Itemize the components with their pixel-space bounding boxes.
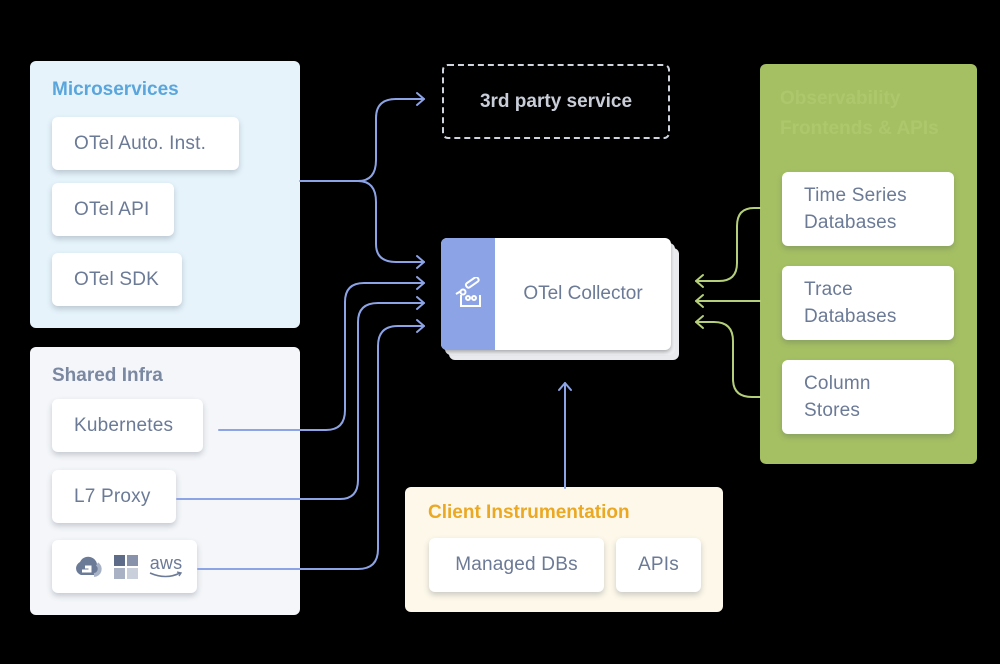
wire-l7-proxy	[176, 302, 425, 500]
wire-micro-to-collector	[357, 180, 425, 263]
wire-cloud	[197, 325, 425, 570]
wire-column	[695, 321, 761, 398]
wire-micro-to-third	[357, 98, 425, 182]
wire-time-series	[695, 207, 761, 282]
connector-wires	[176, 92, 761, 570]
wire-kubernetes	[218, 282, 425, 431]
